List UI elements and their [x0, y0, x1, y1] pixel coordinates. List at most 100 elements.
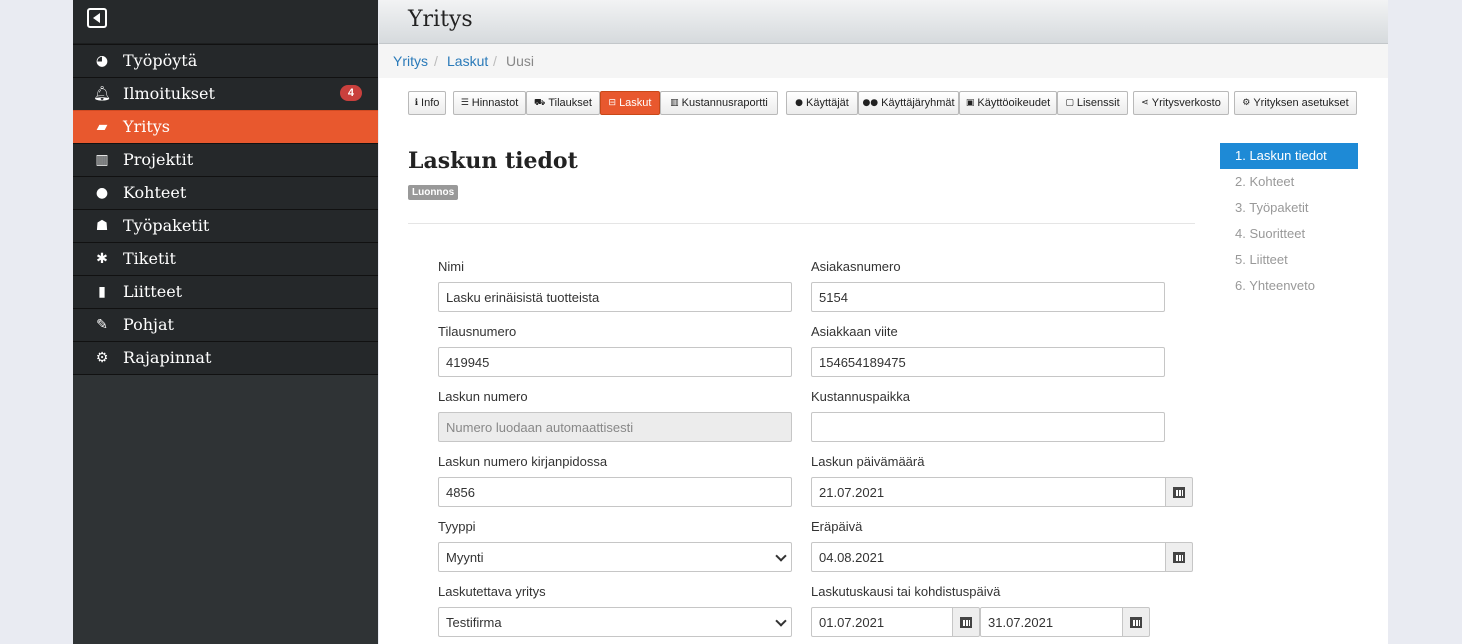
tab-kayttajat[interactable]: ● Käyttäjät — [786, 91, 858, 115]
sidebar-item-tyopaketit[interactable]: ☗ Työpaketit — [73, 209, 378, 242]
sidebar-item-label: Tiketit — [123, 249, 176, 268]
laskun-paivamaara-input[interactable]: 21.07.2021 — [811, 477, 1166, 507]
sidebar-item-label: Ilmoitukset — [123, 84, 215, 103]
map-marker-icon: ● — [95, 185, 109, 201]
nimi-input[interactable]: Lasku erinäisistä tuotteista — [438, 282, 792, 312]
tab-yrityksen-asetukset[interactable]: ⚙ Yrityksen asetukset — [1234, 91, 1357, 115]
sidebar-item-label: Kohteet — [123, 183, 187, 202]
sidebar-item-label: Työpaketit — [123, 216, 210, 235]
tab-lisenssit[interactable]: ▢ Lisenssit — [1057, 91, 1128, 115]
calendar-icon — [1130, 616, 1142, 628]
bar-chart-icon: ▥ — [670, 98, 679, 108]
asiakkaan-viite-label: Asiakkaan viite — [811, 324, 898, 339]
nimi-label: Nimi — [438, 259, 464, 274]
erapaiva-input[interactable]: 04.08.2021 — [811, 542, 1166, 572]
sidebar-header — [73, 0, 378, 44]
inbox-icon: ⊟ — [608, 98, 617, 108]
step-suoritteet[interactable]: 4. Suoritteet — [1220, 221, 1358, 247]
calendar-button[interactable] — [1123, 607, 1150, 637]
sidebar-item-pohjat[interactable]: ✎ Pohjat — [73, 308, 378, 341]
laskutettava-yritys-label: Laskutettava yritys — [438, 584, 546, 599]
cogs-icon: ⚙ — [95, 350, 109, 366]
laskun-numero-label: Laskun numero — [438, 389, 528, 404]
tab-info[interactable]: ℹ Info — [408, 91, 446, 115]
sidebar-item-ilmoitukset[interactable]: 🔔︎ Ilmoitukset 4 — [73, 77, 378, 110]
breadcrumb: Yritys / Laskut / Uusi — [379, 44, 1388, 78]
tab-laskut[interactable]: ⊟ Laskut — [600, 91, 660, 115]
step-yhteenveto[interactable]: 6. Yhteenveto — [1220, 273, 1358, 299]
sidebar-item-tyopoyta[interactable]: ◕ Työpöytä — [73, 44, 378, 77]
tilausnumero-input[interactable]: 419945 — [438, 347, 792, 377]
chevron-down-icon — [775, 550, 787, 562]
chevron-down-icon — [775, 615, 787, 627]
sidebar: ◕ Työpöytä 🔔︎ Ilmoitukset 4 ▰ Yritys ▥ P… — [73, 0, 378, 644]
calendar-icon — [1173, 486, 1185, 498]
tab-hinnastot[interactable]: ☰ Hinnastot — [453, 91, 526, 115]
page-header-title: Yritys — [408, 7, 473, 32]
laskun-paivamaara-label: Laskun päivämäärä — [811, 454, 925, 469]
sidebar-item-tiketit[interactable]: ✱ Tiketit — [73, 242, 378, 275]
share-icon: ⋖ — [1141, 98, 1149, 108]
page-title: Laskun tiedot — [408, 148, 578, 174]
step-tyopaketit[interactable]: 3. Työpaketit — [1220, 195, 1358, 221]
users-icon: ●● — [862, 98, 879, 108]
tilausnumero-label: Tilausnumero — [438, 324, 517, 339]
bar-chart-icon: ▥ — [95, 152, 109, 168]
breadcrumb-current: Uusi — [506, 53, 535, 69]
wizard-steps: 1. Laskun tiedot 2. Kohteet 3. Työpaketi… — [1220, 143, 1358, 299]
tyyppi-label: Tyyppi — [438, 519, 476, 534]
breadcrumb-link-yritys[interactable]: Yritys — [393, 53, 428, 69]
sidebar-item-label: Rajapinnat — [123, 348, 212, 367]
sidebar-item-label: Yritys — [123, 117, 171, 136]
tab-tilaukset[interactable]: ⛟ Tilaukset — [526, 91, 600, 115]
pencil-icon: ✎ — [96, 317, 108, 333]
sidebar-item-rajapinnat[interactable]: ⚙ Rajapinnat — [73, 341, 378, 375]
breadcrumb-separator: / — [493, 53, 497, 69]
list-icon: ☰ — [460, 98, 469, 108]
laskun-numero-input: Numero luodaan automaattisesti — [438, 412, 792, 442]
divider — [408, 223, 1195, 224]
breadcrumb-separator: / — [434, 53, 438, 69]
sitemap-icon: ☗ — [95, 218, 109, 234]
calendar-icon — [960, 616, 972, 628]
sidebar-item-liitteet[interactable]: ▮ Liitteet — [73, 275, 378, 308]
laskutettava-yritys-selected-value: Testifirma — [446, 615, 502, 630]
tab-kayttooikeudet[interactable]: ▣ Käyttöoikeudet — [959, 91, 1057, 115]
tyyppi-selected-value: Myynti — [446, 550, 484, 565]
step-liitteet[interactable]: 5. Liitteet — [1220, 247, 1358, 273]
calendar-icon — [1173, 551, 1185, 563]
notification-count-badge: 4 — [339, 85, 362, 101]
laskutettava-yritys-select[interactable]: Testifirma — [438, 607, 792, 637]
laskutuskausi-end-input[interactable]: 31.07.2021 — [980, 607, 1123, 637]
bell-icon: 🔔︎ — [93, 86, 111, 102]
dashboard-icon: ◕ — [95, 53, 109, 69]
tab-kayttajaryhmat[interactable]: ●● Käyttäjäryhmät — [858, 91, 959, 115]
sidebar-item-label: Liitteet — [123, 282, 183, 301]
asiakkaan-viite-input[interactable]: 154654189475 — [811, 347, 1165, 377]
tab-yritysverkosto[interactable]: ⋖ Yritysverkosto — [1133, 91, 1229, 115]
collapse-sidebar-icon[interactable] — [87, 8, 107, 28]
sidebar-item-yritys[interactable]: ▰ Yritys — [73, 110, 378, 143]
step-laskun-tiedot[interactable]: 1. Laskun tiedot — [1220, 143, 1358, 169]
calendar-button[interactable] — [953, 607, 980, 637]
kirjanpito-numero-label: Laskun numero kirjanpidossa — [438, 454, 608, 469]
erapaiva-label: Eräpäivä — [811, 519, 863, 534]
page-header: Yritys — [379, 0, 1388, 44]
sidebar-item-label: Projektit — [123, 150, 194, 169]
breadcrumb-link-laskut[interactable]: Laskut — [447, 53, 488, 69]
cart-icon: ⛟ — [534, 97, 546, 108]
laskutuskausi-start-input[interactable]: 01.07.2021 — [811, 607, 953, 637]
file-icon: ▮ — [98, 284, 106, 300]
kirjanpito-numero-input[interactable]: 4856 — [438, 477, 792, 507]
calendar-button[interactable] — [1166, 477, 1193, 507]
step-kohteet[interactable]: 2. Kohteet — [1220, 169, 1358, 195]
calendar-button[interactable] — [1166, 542, 1193, 572]
tyyppi-select[interactable]: Myynti — [438, 542, 792, 572]
sidebar-item-projektit[interactable]: ▥ Projektit — [73, 143, 378, 176]
briefcase-icon: ▰ — [96, 119, 108, 135]
asiakasnumero-input[interactable]: 5154 — [811, 282, 1165, 312]
tab-kustannusraportti[interactable]: ▥ Kustannusraportti — [660, 91, 778, 115]
kustannuspaikka-input[interactable] — [811, 412, 1165, 442]
sidebar-item-kohteet[interactable]: ● Kohteet — [73, 176, 378, 209]
kustannuspaikka-label: Kustannuspaikka — [811, 389, 911, 404]
